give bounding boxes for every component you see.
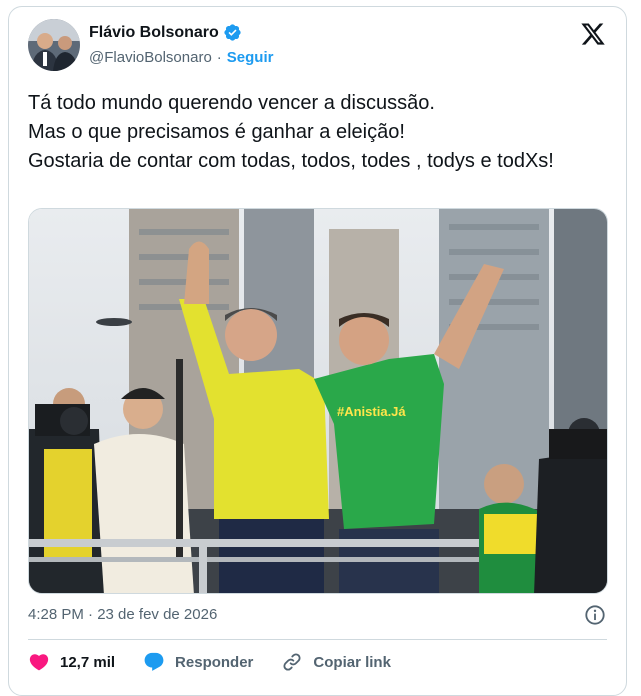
x-logo-icon[interactable] (580, 21, 606, 47)
reply-label: Responder (175, 653, 254, 671)
link-icon (283, 653, 301, 671)
author-display-name[interactable]: Flávio Bolsonaro (89, 24, 219, 42)
copy-link-label: Copiar link (313, 653, 391, 671)
reply-button[interactable]: Responder (143, 651, 253, 673)
info-icon[interactable] (584, 604, 606, 626)
tweet-photo[interactable]: #Anistia.Já (28, 208, 608, 594)
separator-dot: · (216, 49, 222, 66)
speech-bubble-icon (144, 652, 164, 671)
heart-icon (29, 654, 49, 671)
tweet-timestamp[interactable]: 4:28 PM · 23 de fev de 2026 (28, 606, 217, 623)
author-handle-row: @FlavioBolsonaro · Seguir (89, 49, 273, 66)
tweet-text: Tá todo mundo querendo vencer a discussã… (28, 92, 554, 172)
shirt-slogan: #Anistia.Já (337, 404, 406, 419)
author-handle[interactable]: @FlavioBolsonaro (89, 49, 212, 66)
copy-link-button[interactable]: Copiar link (281, 651, 391, 673)
divider (28, 639, 607, 640)
follow-button[interactable]: Seguir (227, 49, 274, 66)
verified-badge-icon (224, 24, 241, 41)
like-count: 12,7 mil (60, 653, 116, 671)
tweet-card: Flávio Bolsonaro @FlavioBolsonaro · Segu… (8, 6, 627, 696)
like-button[interactable]: 12,7 mil (28, 651, 115, 673)
author-name-row: Flávio Bolsonaro (89, 23, 242, 42)
action-bar: 12,7 mil Responder Copiar link (28, 651, 419, 673)
avatar[interactable] (28, 19, 80, 71)
